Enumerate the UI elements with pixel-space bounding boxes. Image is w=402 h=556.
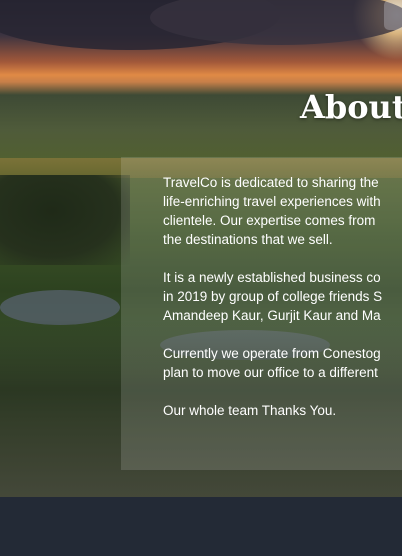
text-line: Currently we operate from Conestog (163, 346, 381, 361)
about-paragraph-4: Our whole team Thanks You. (163, 401, 402, 420)
text-line: plan to move our office to a different (163, 365, 378, 380)
footer (0, 497, 402, 556)
text-line: clientele. Our expertise comes from (163, 213, 376, 228)
text-line: TravelCo is dedicated to sharing the (163, 175, 379, 190)
menu-button[interactable] (384, 0, 402, 30)
text-line: It is a newly established business co (163, 270, 381, 285)
text-line: the destinations that we sell. (163, 232, 333, 247)
forest (0, 175, 130, 265)
text-line: Amandeep Kaur, Gurjit Kaur and Ma (163, 308, 381, 323)
text-line: Our whole team Thanks You. (163, 403, 337, 418)
page-title: About (300, 88, 402, 126)
about-paragraph-1: TravelCo is dedicated to sharing the lif… (163, 173, 402, 249)
about-text: TravelCo is dedicated to sharing the lif… (163, 173, 402, 439)
about-paragraph-2: It is a newly established business co in… (163, 268, 402, 325)
text-line: in 2019 by group of college friends S (163, 289, 383, 304)
text-line: life-enriching travel experiences with (163, 194, 381, 209)
about-paragraph-3: Currently we operate from Conestog plan … (163, 344, 402, 382)
